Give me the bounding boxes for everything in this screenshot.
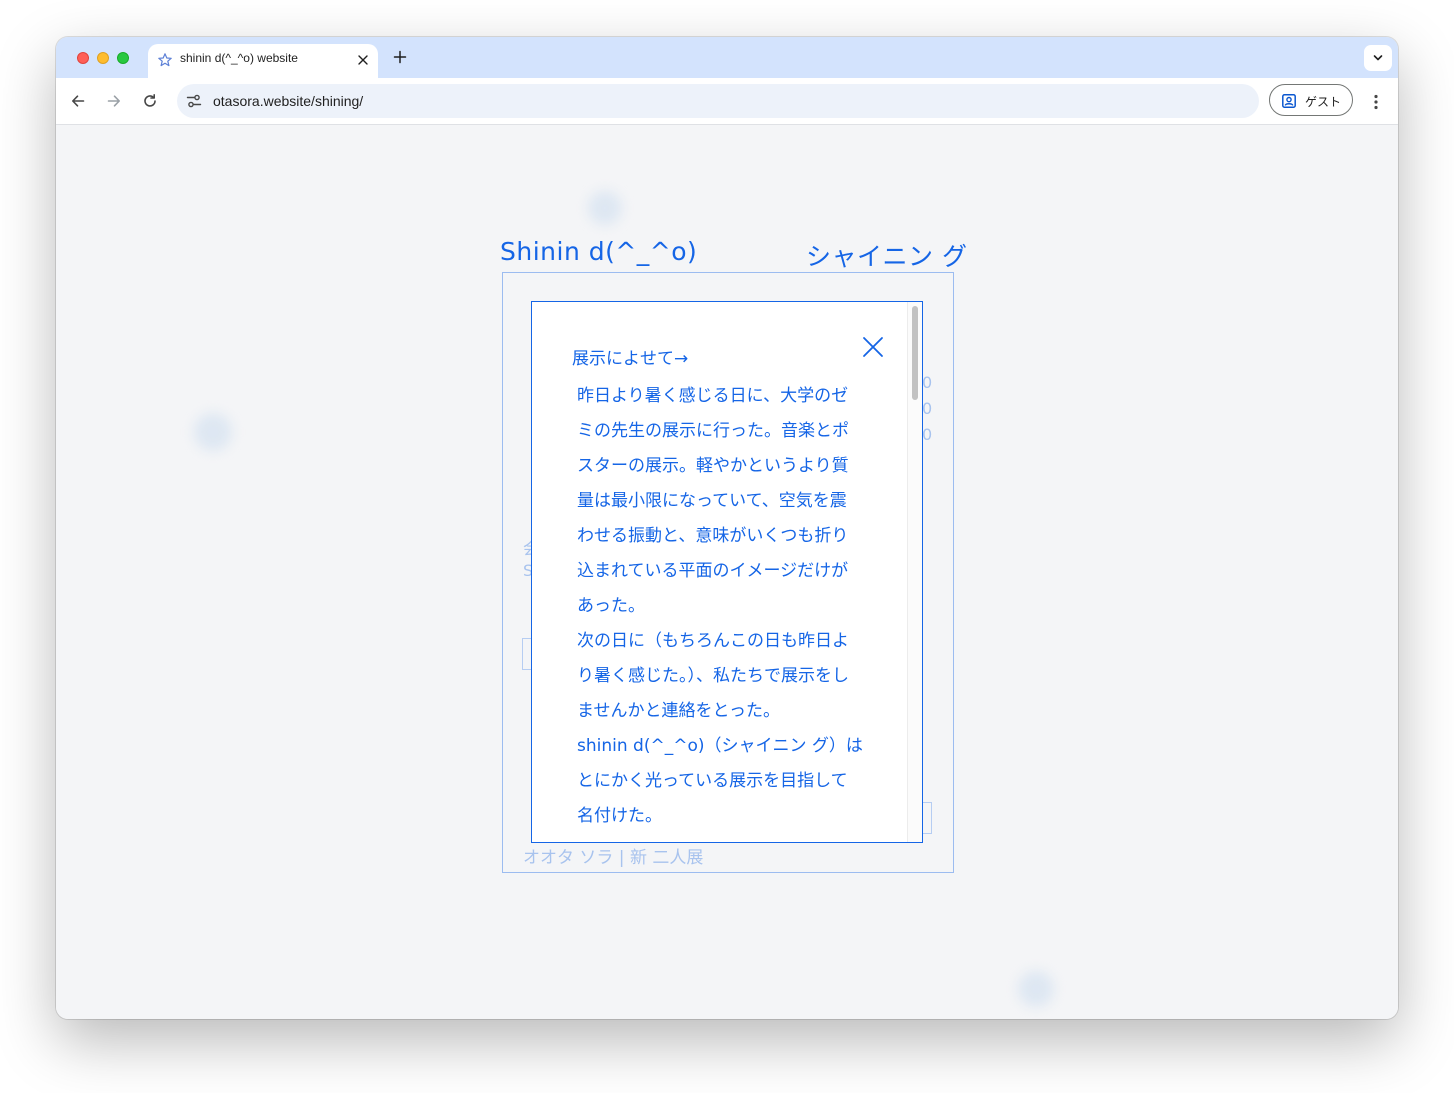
page-content: Shinin d(^_^o) シャイニン グ 0 0 0 会 S オオタ ソラ … xyxy=(56,125,1398,1019)
tab-active[interactable]: shinin d(^_^o) website xyxy=(148,44,378,78)
statement-modal[interactable]: 展示によせて→ 昨日より暑く感じる日に、大学のゼ ミの先生の展示に行った。音楽と… xyxy=(531,301,923,843)
close-icon[interactable] xyxy=(356,53,370,67)
modal-paragraph: 昨日より暑く感じる日に、大学のゼ ミの先生の展示に行った。音楽とポ スターの展示… xyxy=(577,386,849,616)
modal-heading[interactable]: 展示によせて→ xyxy=(572,344,688,369)
scrollbar-thumb[interactable] xyxy=(912,306,918,400)
address-bar[interactable]: otasora.website/shining/ xyxy=(177,84,1259,118)
more-vert-icon[interactable] xyxy=(1366,92,1386,112)
close-window-button[interactable] xyxy=(77,52,89,64)
decorative-blob xyxy=(1018,971,1054,1007)
bg-digit: 0 xyxy=(922,425,933,444)
modal-scrollbar[interactable] xyxy=(907,302,922,842)
forward-arrow-icon[interactable] xyxy=(106,93,122,109)
bg-digit: 0 xyxy=(922,399,933,418)
decorative-blob xyxy=(194,413,232,451)
plus-icon[interactable] xyxy=(392,49,408,65)
browser-window: shinin d(^_^o) website otasora.website/s… xyxy=(56,37,1398,1019)
back-arrow-icon[interactable] xyxy=(70,93,86,109)
tab-title: shinin d(^_^o) website xyxy=(180,51,298,65)
footer-credit[interactable]: オオタ ソラ | 新 二人展 xyxy=(523,843,703,868)
bg-digit: 0 xyxy=(922,373,933,392)
close-icon[interactable] xyxy=(862,336,884,358)
site-title-en[interactable]: Shinin d(^_^o) xyxy=(500,237,697,266)
guest-label: ゲスト xyxy=(1305,95,1342,109)
chevron-down-icon xyxy=(1373,55,1383,61)
tab-search-button[interactable] xyxy=(1364,45,1392,71)
zoom-window-button[interactable] xyxy=(117,52,129,64)
modal-paragraph: 次の日に（もちろんこの日も昨日よ り暑く感じた。）、私たちで展示をし ませんかと… xyxy=(577,631,849,721)
minimize-window-button[interactable] xyxy=(97,52,109,64)
tab-strip: shinin d(^_^o) website xyxy=(56,37,1398,78)
url-text[interactable]: otasora.website/shining/ xyxy=(213,93,363,109)
site-title-ja[interactable]: シャイニン グ xyxy=(806,237,967,273)
site-settings-icon[interactable] xyxy=(185,92,203,110)
guest-profile-icon xyxy=(1282,94,1296,108)
toolbar: otasora.website/shining/ ゲスト xyxy=(56,78,1398,125)
guest-profile-button[interactable]: ゲスト xyxy=(1269,84,1353,116)
reload-icon[interactable] xyxy=(142,93,158,109)
modal-body: 昨日より暑く感じる日に、大学のゼ ミの先生の展示に行った。音楽とポ スターの展示… xyxy=(577,379,877,834)
star-icon xyxy=(158,53,172,67)
decorative-blob xyxy=(588,191,622,225)
modal-paragraph: shinin d(^_^o)（シャイニン グ）は とにかく光っている展示を目指し… xyxy=(577,736,863,826)
